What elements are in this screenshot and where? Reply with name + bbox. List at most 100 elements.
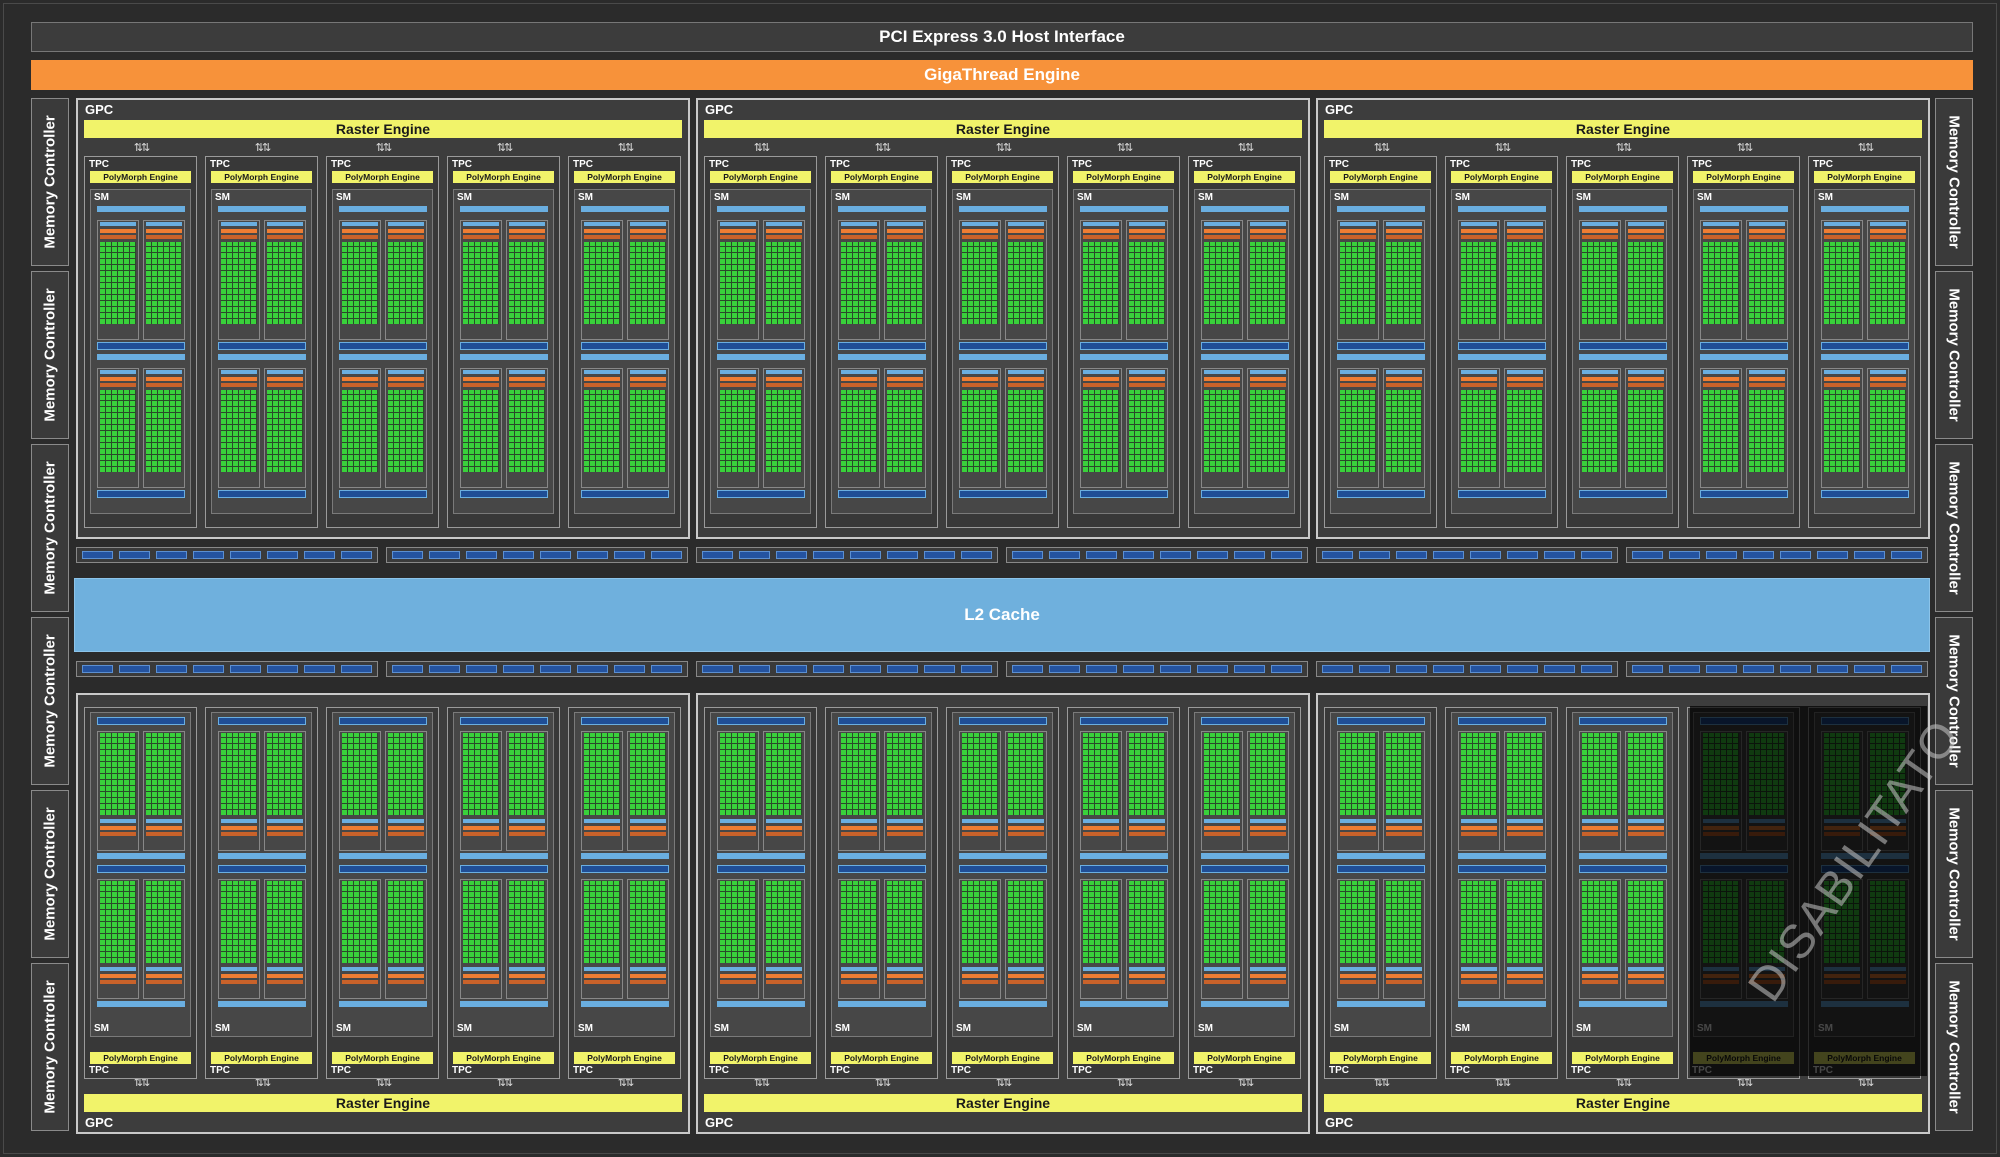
polymorph-engine: PolyMorph Engine	[1330, 1052, 1431, 1064]
warp-scheduler	[463, 967, 499, 971]
register-file	[630, 383, 666, 387]
warp-scheduler	[1129, 819, 1165, 823]
register-file	[1129, 974, 1165, 978]
memory-slice-chip	[1433, 665, 1464, 673]
memory-slice-chip	[739, 665, 770, 673]
instruction-cache	[1337, 853, 1425, 859]
warp-scheduler	[1340, 819, 1376, 823]
register-file	[1870, 235, 1906, 239]
warp-scheduler	[1749, 222, 1785, 226]
cuda-cores	[1582, 733, 1618, 815]
cuda-cores	[1250, 733, 1286, 815]
memory-slice-chip	[577, 551, 608, 559]
polymorph-engine: PolyMorph Engine	[1693, 171, 1794, 183]
instruction-cache	[1201, 206, 1289, 212]
register-file	[342, 383, 378, 387]
warp-scheduler	[584, 967, 620, 971]
memory-slice-chip	[614, 551, 645, 559]
register-file	[630, 974, 666, 978]
cuda-cores	[584, 390, 620, 472]
gpc-label: GPC	[85, 1115, 114, 1130]
cuda-cores	[1870, 390, 1906, 472]
polymorph-engine: PolyMorph Engine	[332, 1052, 433, 1064]
load-store-units	[1201, 342, 1289, 350]
memory-slice-chip	[429, 551, 460, 559]
memory-slice-chip	[1780, 551, 1811, 559]
register-file	[388, 980, 424, 984]
sm-block: SM	[332, 189, 433, 514]
cuda-cores	[388, 242, 424, 324]
cuda-cores	[100, 881, 136, 963]
tpc-label: TPC	[89, 1065, 109, 1076]
load-store-units	[218, 490, 306, 498]
register-file	[1129, 377, 1165, 381]
load-store-units	[838, 865, 926, 873]
warp-scheduler	[1507, 967, 1543, 971]
memory-slice-chip	[429, 665, 460, 673]
register-file	[962, 235, 998, 239]
instruction-cache	[838, 1001, 926, 1007]
cuda-cores	[100, 733, 136, 815]
cuda-cores	[1461, 881, 1497, 963]
memory-slice-chip	[1507, 551, 1538, 559]
cuda-cores	[463, 390, 499, 472]
register-file	[463, 229, 499, 233]
cuda-cores	[766, 242, 802, 324]
l2-slice-strip	[1626, 661, 1928, 677]
cuda-cores	[221, 242, 257, 324]
memory-slice-chip	[850, 665, 881, 673]
register-file	[509, 235, 545, 239]
polymorph-engine: PolyMorph Engine	[90, 1052, 191, 1064]
register-file	[1008, 377, 1044, 381]
sm-label: SM	[1697, 192, 1712, 203]
cuda-cores	[1008, 881, 1044, 963]
warp-scheduler	[1386, 819, 1422, 823]
sm-label: SM	[1576, 192, 1591, 203]
cuda-cores	[1386, 390, 1422, 472]
cuda-cores	[509, 881, 545, 963]
load-store-units	[1579, 865, 1667, 873]
register-file	[388, 826, 424, 830]
memory-slice-chip	[193, 551, 224, 559]
register-file	[1582, 980, 1618, 984]
cuda-cores	[887, 390, 923, 472]
warp-scheduler	[463, 222, 499, 226]
warp-scheduler	[388, 967, 424, 971]
register-file	[1204, 974, 1240, 978]
register-file	[1340, 383, 1376, 387]
register-file	[1250, 383, 1286, 387]
cuda-cores	[962, 242, 998, 324]
tpc-label: TPC	[89, 159, 109, 170]
polymorph-engine: PolyMorph Engine	[1330, 171, 1431, 183]
data-flow-arrows-icon: ⇅⇅	[1736, 142, 1753, 154]
pci-express-host-interface: PCI Express 3.0 Host Interface	[31, 22, 1973, 52]
tpc-block: TPCPolyMorph Engine SM	[1445, 707, 1558, 1079]
polymorph-engine: PolyMorph Engine	[1451, 1052, 1552, 1064]
memory-slice-chip	[1433, 551, 1464, 559]
memory-controller-right-5: Memory Controller	[1935, 790, 1973, 958]
memory-slice-chip	[1743, 551, 1774, 559]
sm-label: SM	[1077, 1023, 1092, 1034]
register-file	[100, 826, 136, 830]
cuda-cores	[1461, 733, 1497, 815]
memory-slice-chip	[651, 551, 682, 559]
instruction-cache	[1579, 1001, 1667, 1007]
memory-controller-left-4: Memory Controller	[31, 617, 69, 785]
tpc-block: TPCPolyMorph Engine SM	[1566, 707, 1679, 1079]
cuda-cores	[1824, 390, 1860, 472]
sm-block: SM	[831, 189, 932, 514]
tpc-label: TPC	[1193, 1065, 1213, 1076]
instruction-cache	[460, 1001, 548, 1007]
polymorph-engine: PolyMorph Engine	[1814, 171, 1915, 183]
polymorph-engine: PolyMorph Engine	[1073, 171, 1174, 183]
memory-slice-chip	[651, 665, 682, 673]
register-file	[463, 383, 499, 387]
register-file	[766, 229, 802, 233]
memory-slice-chip	[1470, 665, 1501, 673]
register-file	[962, 826, 998, 830]
register-file	[1507, 235, 1543, 239]
instruction-cache	[1201, 1001, 1289, 1007]
warp-scheduler	[841, 967, 877, 971]
register-file	[841, 383, 877, 387]
warp-scheduler	[962, 222, 998, 226]
